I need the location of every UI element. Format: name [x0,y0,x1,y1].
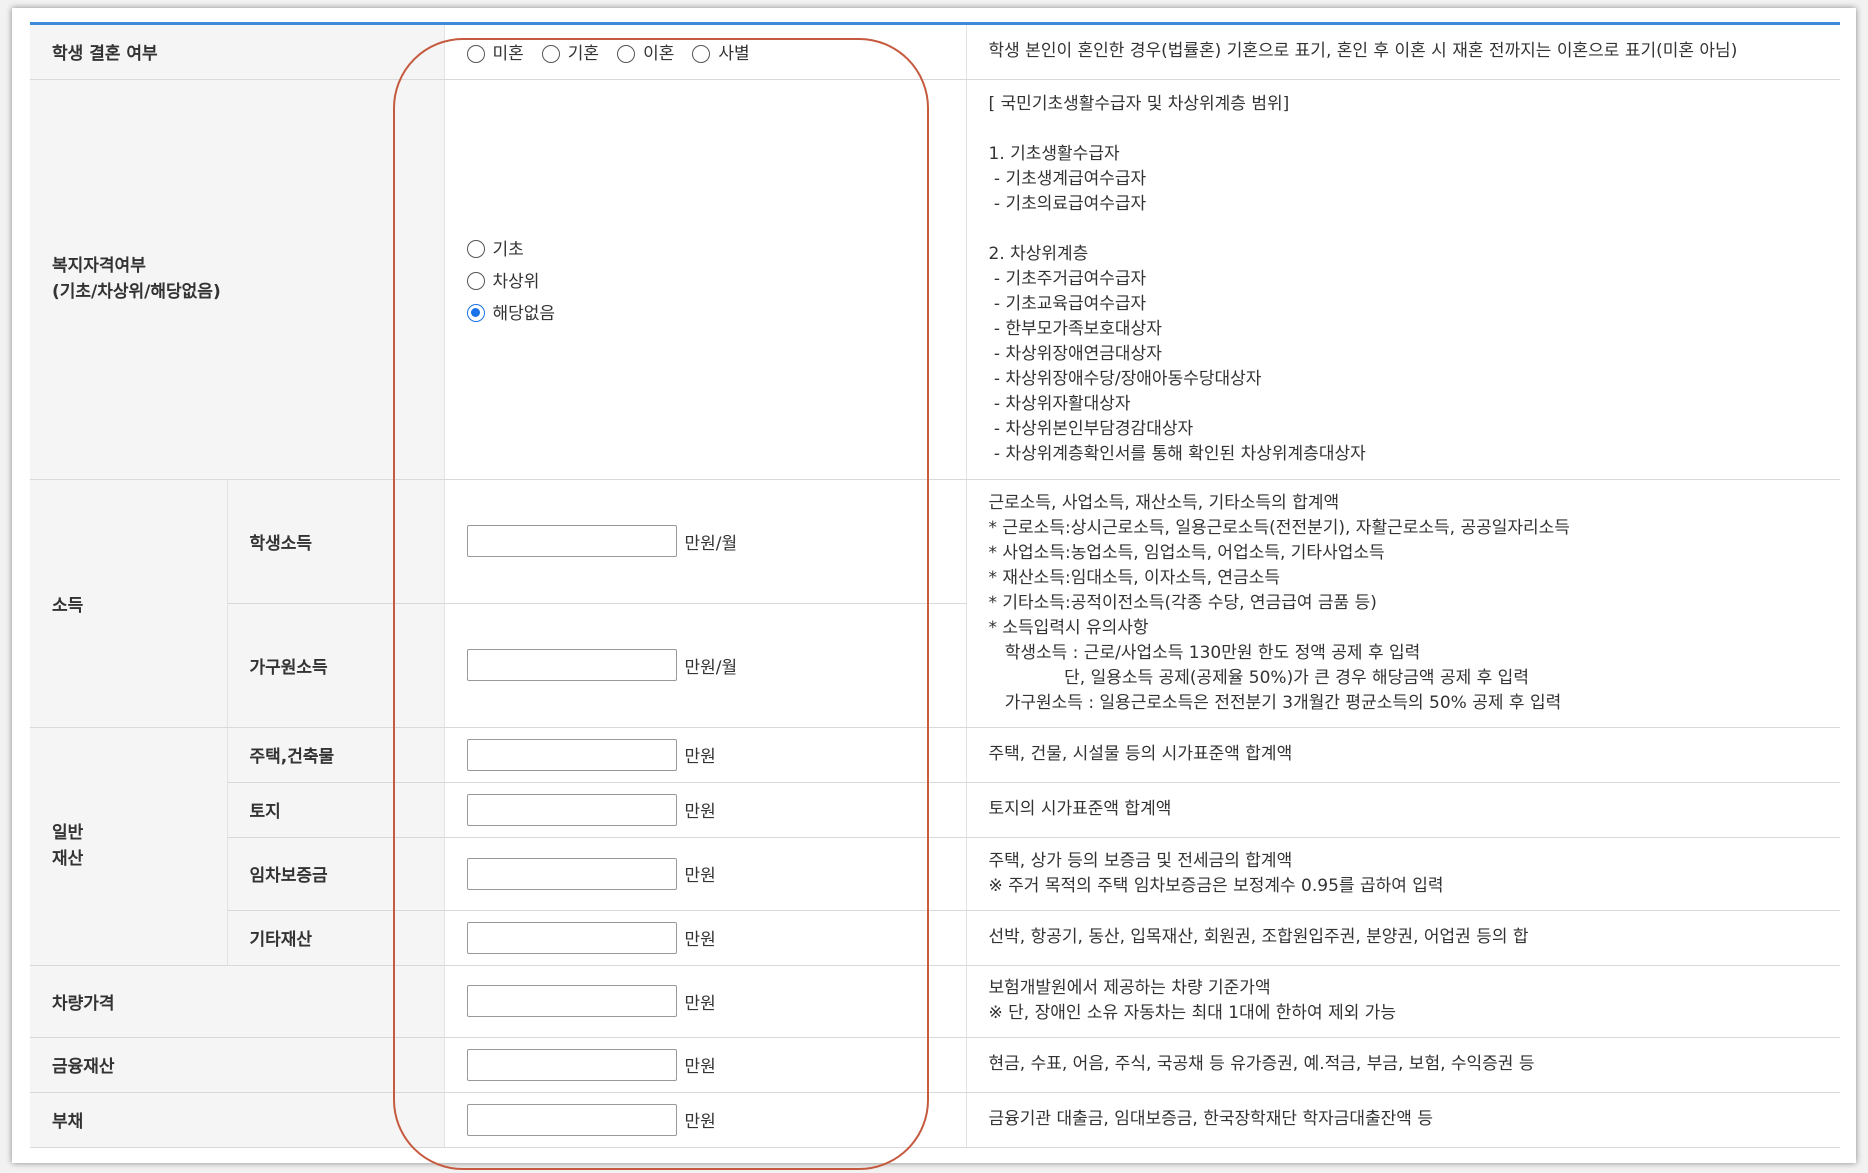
row-property-land: 토지 만원 토지의 시가표준액 합계액 [30,782,1840,838]
marriage-label: 학생 결혼 여부 [30,25,445,80]
radio-circle[interactable] [692,44,711,63]
row-vehicle: 차량가격 만원 보험개발원에서 제공하는 차량 기준가액 ※ 단, 장애인 소유… [30,965,1840,1038]
land-desc: 토지의 시가표준액 합계액 [966,782,1840,838]
radio-circle-selected[interactable] [466,304,485,322]
radio-circle[interactable] [466,44,485,63]
unit-label: 만원/월 [684,657,738,678]
marriage-options: 미혼 기혼 이혼 사별 [444,25,967,80]
deposit-desc: 주택, 상가 등의 보증금 및 전세금의 합계액 ※ 주거 목적의 주택 임차보… [966,837,1840,911]
form-panel: 학생 결혼 여부 미혼 기혼 이혼 사별 학생 본인이 혼인한 경우(법률혼) … [12,8,1856,1170]
vehicle-desc: 보험개발원에서 제공하는 차량 기준가액 ※ 단, 장애인 소유 자동차는 최대… [966,965,1840,1038]
row-property-housing: 일반 재산 주택,건축물 만원 주택, 건물, 시설물 등의 시가표준액 합계액 [30,727,1840,966]
property-label: 일반 재산 [30,727,228,966]
row-financial: 금융재산 만원 현금, 수표, 어음, 주식, 국공채 등 유가증권, 예.적금… [30,1037,1840,1093]
financial-label: 금융재산 [30,1037,445,1093]
unit-label: 만원 [684,1112,716,1132]
financial-input[interactable] [466,1048,677,1081]
debt-desc: 금융기관 대출금, 임대보증금, 한국장학재단 학자금대출잔액 등 [966,1092,1840,1148]
housing-desc: 주택, 건물, 시설물 등의 시가표준액 합계액 [966,727,1840,783]
radio-single[interactable]: 미혼 [466,39,524,64]
other-property-input[interactable] [466,921,677,954]
radio-near-poverty[interactable]: 차상위 [466,267,958,292]
unit-label: 만원 [684,993,716,1014]
radio-widowed[interactable]: 사별 [692,39,750,64]
other-property-label: 기타재산 [227,910,445,966]
unit-label: 만원 [684,866,716,886]
housing-input[interactable] [466,738,677,771]
row-debt: 부채 만원 금융기관 대출금, 임대보증금, 한국장학재단 학자금대출잔액 등 [30,1092,1840,1148]
land-label: 토지 [227,782,445,838]
row-property-deposit: 임차보증금 만원 주택, 상가 등의 보증금 및 전세금의 합계액 ※ 주거 목… [30,837,1840,911]
radio-not-applicable[interactable]: 해당없음 [466,299,958,324]
radio-basic[interactable]: 기초 [466,235,958,260]
radio-divorced[interactable]: 이혼 [617,39,674,64]
housing-label: 주택,건축물 [227,727,445,783]
radio-circle[interactable] [541,44,560,63]
row-income-student: 소득 학생소득 만원/월 근로소득, 사업소득, 재산소득, 기타소득의 합계액… [30,479,1840,728]
vehicle-input[interactable] [466,985,677,1017]
welfare-desc: [ 국민기초생활수급자 및 차상위계층 범위] 1. 기초생활수급자 - 기초생… [966,79,1840,480]
unit-label: 만원/월 [684,533,738,554]
row-property-other: 기타재산 만원 선박, 항공기, 동산, 입목재산, 회원권, 조합원입주권, … [30,910,1840,966]
unit-label: 만원 [684,1057,716,1077]
vehicle-label: 차량가격 [30,965,445,1038]
welfare-options: 기초 차상위 해당없음 [444,79,967,480]
debt-input[interactable] [466,1103,677,1136]
debt-label: 부채 [30,1092,445,1148]
radio-circle[interactable] [617,44,636,63]
financial-desc: 현금, 수표, 어음, 주식, 국공채 등 유가증권, 예.적금, 부금, 보험… [966,1037,1840,1093]
student-income-label: 학생소득 [227,479,445,604]
deposit-label: 임차보증금 [227,837,445,911]
unit-label: 만원 [684,930,716,950]
income-label: 소득 [30,479,228,728]
radio-circle[interactable] [466,240,485,258]
financial-info-form: 학생 결혼 여부 미혼 기혼 이혼 사별 학생 본인이 혼인한 경우(법률혼) … [30,25,1840,1148]
other-property-desc: 선박, 항공기, 동산, 입목재산, 회원권, 조합원입주권, 분양권, 어업권… [966,910,1840,966]
deposit-input[interactable] [466,857,677,890]
row-marriage: 학생 결혼 여부 미혼 기혼 이혼 사별 학생 본인이 혼인한 경우(법률혼) … [30,25,1840,80]
marriage-desc: 학생 본인이 혼인한 경우(법률혼) 기혼으로 표기, 혼인 후 이혼 시 재혼… [966,25,1840,80]
row-welfare: 복지자격여부 (기초/차상위/해당없음) 기초 차상위 해당없음 [ 국민기초생… [30,79,1840,480]
radio-circle[interactable] [466,272,485,290]
household-income-input[interactable] [466,649,677,681]
radio-married[interactable]: 기혼 [541,39,599,64]
unit-label: 만원 [684,747,716,767]
land-input[interactable] [466,793,677,826]
welfare-label: 복지자격여부 (기초/차상위/해당없음) [30,79,445,480]
unit-label: 만원 [684,802,716,822]
income-desc: 근로소득, 사업소득, 재산소득, 기타소득의 합계액 * 근로소득:상시근로소… [966,479,1840,728]
household-income-label: 가구원소득 [227,603,445,728]
student-income-input[interactable] [466,525,677,557]
